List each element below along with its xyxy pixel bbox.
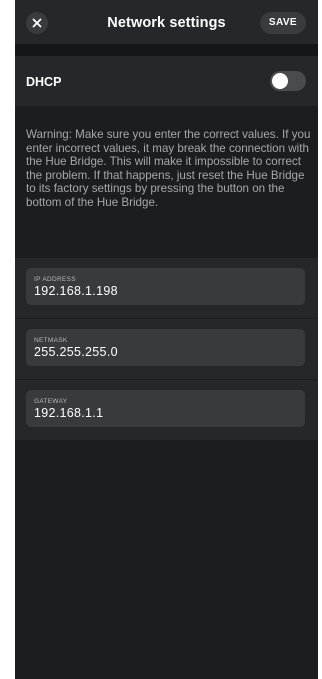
save-button[interactable]: SAVE <box>259 12 306 34</box>
gateway-section: GATEWAY 192.168.1.1 <box>15 380 318 440</box>
dhcp-label: DHCP <box>26 75 62 89</box>
netmask-section: NETMASK 255.255.255.0 <box>15 319 318 379</box>
netmask-field[interactable]: NETMASK 255.255.255.0 <box>26 329 305 366</box>
gateway-label: GATEWAY <box>34 398 68 405</box>
network-settings-screen: Network settings SAVE DHCP Warning: Make… <box>15 0 318 679</box>
warning-section: Warning: Make sure you enter the correct… <box>15 106 318 258</box>
section-spacer <box>15 44 318 56</box>
warning-text: Warning: Make sure you enter the correct… <box>26 128 311 209</box>
toggle-knob <box>272 73 288 89</box>
netmask-value: 255.255.255.0 <box>34 345 118 359</box>
ip-address-label: IP ADDRESS <box>34 276 76 283</box>
ip-address-field[interactable]: IP ADDRESS 192.168.1.198 <box>26 268 305 305</box>
gateway-value: 192.168.1.1 <box>34 406 104 420</box>
ip-address-section: IP ADDRESS 192.168.1.198 <box>15 258 318 318</box>
gateway-field[interactable]: GATEWAY 192.168.1.1 <box>26 390 305 427</box>
header-bar: Network settings SAVE <box>15 0 318 44</box>
ip-address-value: 192.168.1.198 <box>34 284 118 298</box>
netmask-label: NETMASK <box>34 337 68 344</box>
dhcp-toggle[interactable] <box>270 71 306 91</box>
dhcp-row: DHCP <box>15 56 318 106</box>
